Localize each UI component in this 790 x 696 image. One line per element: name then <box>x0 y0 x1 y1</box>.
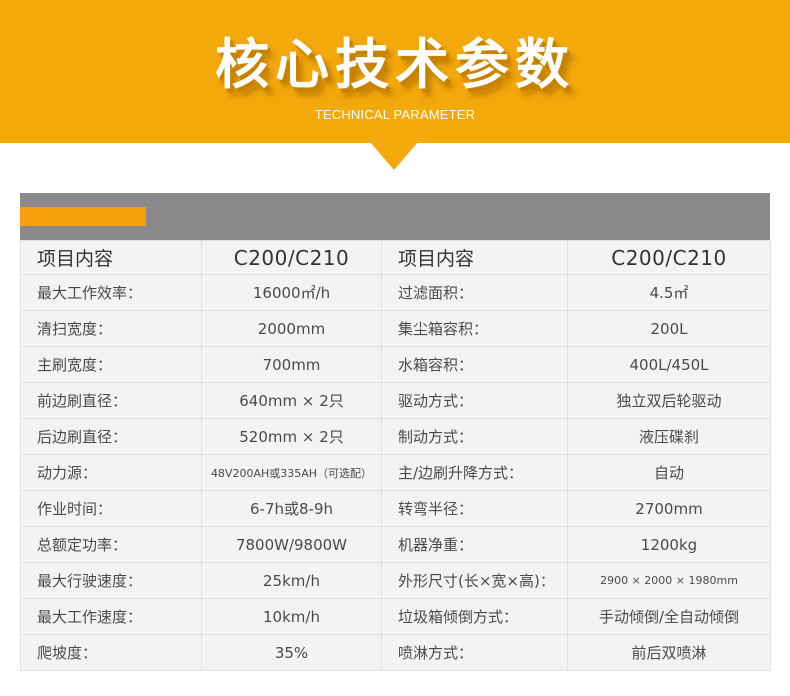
param-label: 最大工作速度： <box>20 598 202 635</box>
table-row: 最大行驶速度： 25km/h 外形尺寸(长×宽×高)： 2900 × 2000 × 1… <box>20 562 771 599</box>
param-value: 16000㎡/h <box>201 274 382 311</box>
param-value: 200L <box>567 310 771 347</box>
param-value: 700mm <box>201 346 382 383</box>
header-accent-stripe <box>20 207 146 226</box>
table-row: 最大工作效率： 16000㎡/h 过滤面积： 4.5㎡ <box>20 274 771 311</box>
param-value: 1200kg <box>567 526 771 563</box>
param-value: 6-7h或8-9h <box>201 490 382 527</box>
table-row: 动力源： 48V200AH或335AH（可选配） 主/边刷升降方式： 自动 <box>20 454 771 491</box>
param-label: 过滤面积： <box>381 274 568 311</box>
param-value: 2000mm <box>201 310 382 347</box>
column-header-item: 项目内容 <box>381 240 568 275</box>
bottom-margin <box>0 685 790 696</box>
table-row: 清扫宽度： 2000mm 集尘箱容积： 200L <box>20 310 771 347</box>
param-label: 外形尺寸(长×宽×高)： <box>381 562 568 599</box>
table-row: 前边刷直径： 640mm × 2只 驱动方式： 独立双后轮驱动 <box>20 382 771 419</box>
param-value: 10km/h <box>201 598 382 635</box>
table-row: 爬坡度： 35% 喷淋方式： 前后双喷淋 <box>20 634 771 671</box>
param-label: 机器净重： <box>381 526 568 563</box>
param-value: 独立双后轮驱动 <box>567 382 771 419</box>
column-header-model: C200/C210 <box>201 240 382 275</box>
param-value: 640mm × 2只 <box>201 382 382 419</box>
header-banner: 核心技术参数 TECHNICAL PARAMETER <box>0 0 790 143</box>
table-row: 总额定功率： 7800W/9800W 机器净重： 1200kg <box>20 526 771 563</box>
param-value: 25km/h <box>201 562 382 599</box>
parameter-table-panel: 项目内容 C200/C210 项目内容 C200/C210 最大工作效率： 160… <box>20 193 771 671</box>
param-value: 前后双喷淋 <box>567 634 771 671</box>
param-label: 前边刷直径： <box>20 382 202 419</box>
param-label: 清扫宽度： <box>20 310 202 347</box>
banner-pointer-arrow <box>370 142 418 170</box>
param-value: 35% <box>201 634 382 671</box>
param-label: 后边刷直径： <box>20 418 202 455</box>
param-label: 爬坡度： <box>20 634 202 671</box>
parameter-table: 项目内容 C200/C210 项目内容 C200/C210 最大工作效率： 160… <box>20 240 771 671</box>
page-title: 核心技术参数 <box>215 33 575 96</box>
param-label: 转弯半径： <box>381 490 568 527</box>
param-value: 7800W/9800W <box>201 526 382 563</box>
param-label: 驱动方式： <box>381 382 568 419</box>
param-value: 520mm × 2只 <box>201 418 382 455</box>
table-header-row: 项目内容 C200/C210 项目内容 C200/C210 <box>20 240 771 275</box>
table-row: 主刷宽度： 700mm 水箱容积： 400L/450L <box>20 346 771 383</box>
param-label: 主/边刷升降方式： <box>381 454 568 491</box>
param-value: 2900 × 2000 × 1980mm <box>567 562 771 599</box>
param-value: 48V200AH或335AH（可选配） <box>201 454 382 491</box>
param-value: 自动 <box>567 454 771 491</box>
param-label: 集尘箱容积： <box>381 310 568 347</box>
table-row: 作业时间： 6-7h或8-9h 转弯半径： 2700mm <box>20 490 771 527</box>
column-header-item: 项目内容 <box>20 240 202 275</box>
param-label: 垃圾箱倾倒方式： <box>381 598 568 635</box>
param-label: 总额定功率： <box>20 526 202 563</box>
param-value: 手动倾倒/全自动倾倒 <box>567 598 771 635</box>
param-value: 液压碟刹 <box>567 418 771 455</box>
param-label: 水箱容积： <box>381 346 568 383</box>
param-label: 作业时间： <box>20 490 202 527</box>
param-value: 4.5㎡ <box>567 274 771 311</box>
page-subtitle: TECHNICAL PARAMETER <box>314 107 476 122</box>
param-label: 最大行驶速度： <box>20 562 202 599</box>
param-label: 主刷宽度： <box>20 346 202 383</box>
param-label: 动力源： <box>20 454 202 491</box>
param-value: 400L/450L <box>567 346 771 383</box>
param-label: 喷淋方式： <box>381 634 568 671</box>
column-header-model: C200/C210 <box>567 240 771 275</box>
param-value: 2700mm <box>567 490 771 527</box>
table-header-bar <box>20 193 770 240</box>
param-label: 最大工作效率： <box>20 274 202 311</box>
table-row: 后边刷直径： 520mm × 2只 制动方式： 液压碟刹 <box>20 418 771 455</box>
table-row: 最大工作速度： 10km/h 垃圾箱倾倒方式： 手动倾倒/全自动倾倒 <box>20 598 771 635</box>
param-label: 制动方式： <box>381 418 568 455</box>
